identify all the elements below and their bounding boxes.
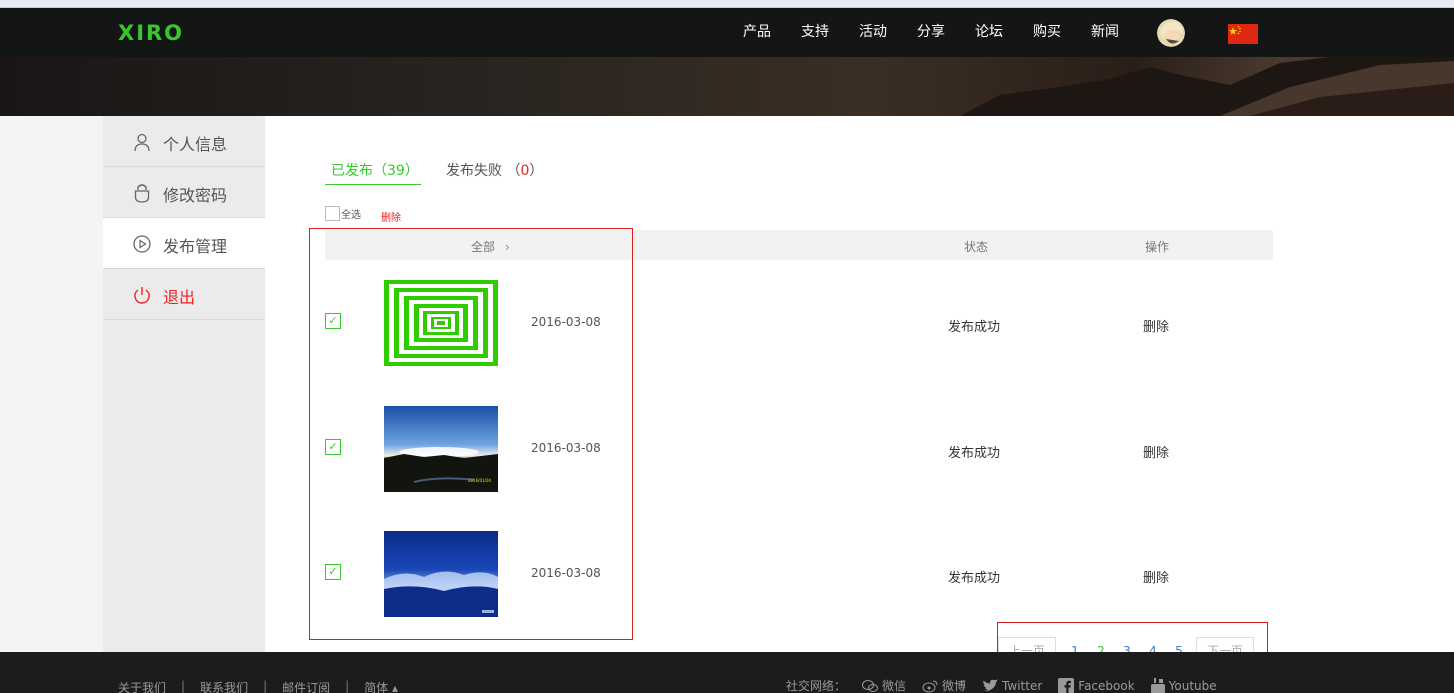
social-link-label: Youtube: [1168, 678, 1217, 693]
thumbnail-caption: 2016/01/04: [468, 478, 492, 483]
tab-published-close: ）: [404, 163, 419, 179]
nav-item-buy[interactable]: 购买: [1018, 8, 1076, 57]
post-date: 2016-03-08: [531, 566, 601, 580]
footer-link-about[interactable]: 关于我们: [118, 679, 166, 693]
concentric-squares-image: [384, 280, 498, 366]
china-flag-icon[interactable]: [1228, 24, 1258, 44]
language-label: 简体: [364, 681, 389, 693]
footer-separator: |: [263, 679, 268, 693]
header-banner: [0, 57, 1454, 116]
social-link-wechat[interactable]: 微信: [862, 677, 906, 693]
social-link-twitter[interactable]: Twitter: [982, 679, 1042, 693]
table-header: 全部 › 状态 操作: [325, 230, 1273, 260]
nav-item-news[interactable]: 新闻: [1076, 8, 1134, 57]
row-delete-button[interactable]: 删除: [1143, 316, 1169, 335]
sidebar-item-label: 个人信息: [163, 135, 228, 154]
caret-up-icon: ▴: [392, 681, 399, 693]
tab-published-label: 已发布（: [331, 163, 387, 179]
sunset-landscape-image: 2016/01/04: [384, 406, 498, 492]
main-menu: 产品 支持 活动 分享 论坛 购买 新闻: [728, 8, 1134, 57]
footer-separator: |: [345, 679, 350, 693]
social-link-label: 微博: [942, 679, 967, 693]
nav-item-share[interactable]: 分享: [902, 8, 960, 57]
lock-icon: [134, 184, 150, 203]
column-status-label: 状态: [964, 240, 989, 254]
sidebar-item-change-password[interactable]: 修改密码: [103, 167, 265, 218]
social-link-label: 微信: [882, 679, 907, 693]
post-thumbnail[interactable]: 2016/01/04: [384, 406, 498, 492]
footer-link-subscribe[interactable]: 邮件订阅: [282, 679, 330, 693]
tab-published-count: 39: [387, 163, 405, 179]
post-date: 2016-03-08: [531, 441, 601, 455]
column-all-label: 全部: [471, 240, 496, 254]
tab-failed-close: ）: [529, 163, 544, 179]
row-delete-button[interactable]: 删除: [1143, 442, 1169, 461]
language-selector[interactable]: 简体 ▴: [364, 679, 398, 693]
social-link-youtube[interactable]: Youtube: [1150, 677, 1217, 693]
user-icon: [134, 133, 150, 152]
sidebar-item-label: 退出: [163, 288, 196, 307]
row-delete-button[interactable]: 删除: [1143, 567, 1169, 586]
browser-strip: [0, 0, 1454, 8]
play-circle-icon: [133, 235, 151, 253]
table-row: ✓ 2016-03-08 发布成功 删除: [325, 531, 1273, 617]
facebook-icon: [1058, 677, 1075, 693]
column-ops-label: 操作: [1145, 240, 1170, 254]
social-link-facebook[interactable]: Facebook: [1058, 677, 1135, 693]
table-row: ✓ 2016/01/04 2016-03-08 发布成功 删除: [325, 406, 1273, 492]
bulk-delete-button[interactable]: 删除: [381, 209, 401, 224]
youtube-icon: [1150, 677, 1165, 693]
row-checkbox[interactable]: ✓: [325, 313, 341, 329]
table-row: ✓ 2016-03-08 发布成功 删除: [325, 280, 1273, 366]
post-status: 发布成功: [948, 446, 1001, 461]
post-date: 2016-03-08: [531, 315, 601, 329]
social-link-weibo[interactable]: 微博: [922, 677, 966, 693]
footer-links: 关于我们 | 联系我们 | 邮件订阅 | 简体 ▴: [118, 679, 398, 693]
nav-item-forum[interactable]: 论坛: [960, 8, 1018, 57]
site-footer: 关于我们 | 联系我们 | 邮件订阅 | 简体 ▴ 社交网络： 微信 微博 Tw…: [0, 652, 1454, 693]
sidebar-item-label: 修改密码: [163, 186, 228, 205]
nav-item-events[interactable]: 活动: [844, 8, 902, 57]
social-links: 社交网络： 微信 微博 Twitter Facebook Youtube: [786, 677, 1217, 693]
post-thumbnail[interactable]: [384, 280, 498, 366]
sidebar-item-publish-management[interactable]: 发布管理: [103, 218, 265, 269]
chevron-right-icon: ›: [505, 240, 510, 254]
sidebar-item-logout[interactable]: 退出: [103, 269, 265, 320]
account-sidebar: 个人信息 修改密码 发布管理 退出: [103, 116, 265, 652]
tab-failed-label: 发布失败 （: [446, 163, 521, 179]
power-icon: [134, 287, 150, 304]
nav-item-support[interactable]: 支持: [786, 8, 844, 57]
social-label: 社交网络：: [786, 679, 847, 693]
post-thumbnail[interactable]: [384, 531, 498, 617]
select-all-label: 全选: [341, 210, 361, 221]
xiro-logo[interactable]: XIRO: [118, 21, 184, 45]
sidebar-item-label: 发布管理: [163, 237, 228, 256]
sidebar-item-profile[interactable]: 个人信息: [103, 116, 265, 167]
twitter-icon: [983, 679, 999, 691]
footer-link-contact[interactable]: 联系我们: [200, 679, 248, 693]
select-all-box[interactable]: [325, 206, 340, 221]
social-link-label: Facebook: [1078, 678, 1135, 693]
post-status: 发布成功: [948, 320, 1001, 335]
filter-all-dropdown[interactable]: 全部 ›: [471, 238, 510, 255]
row-checkbox[interactable]: ✓: [325, 564, 341, 580]
social-link-label: Twitter: [1002, 678, 1043, 693]
row-checkbox[interactable]: ✓: [325, 439, 341, 455]
weibo-icon: [922, 680, 938, 692]
user-avatar[interactable]: [1157, 19, 1185, 47]
post-status: 发布成功: [948, 571, 1001, 586]
select-all-checkbox[interactable]: 全选: [325, 206, 361, 221]
top-navbar: XIRO 产品 支持 活动 分享 论坛 购买 新闻: [0, 8, 1454, 57]
nav-item-products[interactable]: 产品: [728, 8, 786, 57]
tab-published[interactable]: 已发布（39）: [325, 160, 421, 185]
tab-failed[interactable]: 发布失败 （0）: [446, 160, 543, 180]
snowy-forest-image: [384, 531, 498, 617]
footer-separator: |: [181, 679, 186, 693]
wechat-icon: [862, 679, 879, 692]
